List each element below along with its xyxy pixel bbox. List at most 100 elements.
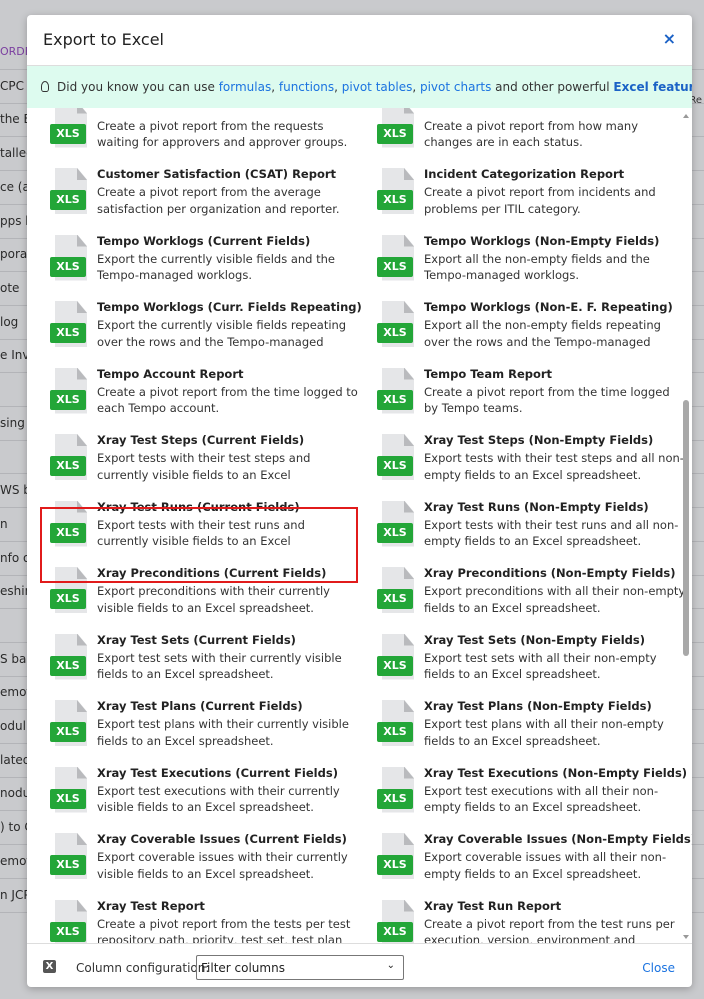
tip-middle: and other powerful	[491, 80, 614, 94]
chevron-down-icon: ⌄	[386, 960, 395, 971]
background-row-text: ce (a	[0, 179, 30, 194]
export-option[interactable]: XLS Xray Preconditions (Current Fields) E…	[47, 559, 347, 626]
export-format-list: XLS Create a pivot report from the reque…	[27, 108, 692, 943]
export-option-title: Xray Preconditions (Non-Empty Fields)	[424, 566, 676, 580]
excel-features-link[interactable]: Excel features	[613, 80, 692, 94]
export-row: XLS Xray Test Steps (Current Fields) Expo…	[27, 426, 684, 493]
export-option-description: Create a pivot report from how many chan…	[424, 118, 638, 150]
export-option-title: Tempo Worklogs (Non-E. F. Repeating)	[424, 300, 673, 314]
export-option[interactable]: XLS Tempo Worklogs (Non-E. F. Repeating)…	[374, 293, 674, 360]
formulas-link[interactable]: formulas	[219, 80, 272, 94]
export-to-excel-dialog: Export to Excel × Did you know you can u…	[27, 15, 692, 987]
xls-file-icon: XLS	[377, 633, 414, 682]
scrollbar[interactable]	[680, 108, 692, 943]
export-option[interactable]: XLS Xray Coverable Issues (Non-Empty Fie…	[374, 825, 692, 892]
export-row: XLS Xray Preconditions (Current Fields) E…	[27, 559, 685, 626]
xls-file-icon: XLS	[50, 500, 87, 549]
export-option-description: Export tests with their test runs and cu…	[97, 517, 305, 549]
xls-file-icon: XLS	[50, 108, 87, 150]
export-option-description: Export test executions with all their no…	[424, 783, 659, 815]
export-option[interactable]: XLS Xray Test Report Create a pivot repor…	[47, 892, 350, 943]
background-row-text: odul	[0, 719, 26, 733]
export-option-description: Export all the non-empty fields repeatin…	[424, 318, 661, 349]
background-row-text: lated	[0, 752, 31, 767]
lightbulb-icon	[41, 81, 49, 92]
export-row: XLS Xray Test Plans (Current Fields) Expo…	[27, 692, 677, 759]
export-option[interactable]: XLS Tempo Worklogs (Current Fields) Expor…	[47, 227, 347, 294]
export-option[interactable]: XLS Xray Test Runs (Current Fields) Expor…	[47, 493, 347, 560]
export-option-title: Xray Test Sets (Current Fields)	[97, 632, 296, 647]
export-option[interactable]: XLS Incident Categorization Report Create…	[374, 160, 674, 227]
excel-x-icon: X	[43, 960, 56, 973]
xls-file-icon: XLS	[50, 234, 87, 283]
export-option[interactable]: XLS Xray Coverable Issues (Current Field…	[47, 825, 348, 892]
export-option-description: Create a pivot report from incidents and…	[424, 185, 656, 216]
export-option[interactable]: XLS Xray Test Run Report Create a pivot r…	[374, 892, 675, 943]
export-option-description: Export all the non-empty fields and the …	[424, 251, 650, 283]
xls-file-icon: XLS	[50, 833, 87, 881]
export-option[interactable]: XLS Xray Test Executions (Current Fields…	[47, 759, 347, 826]
export-option[interactable]: XLS Xray Test Sets (Non-Empty Fields) Exp…	[374, 626, 674, 693]
export-option-title: Xray Test Runs (Non-Empty Fields)	[424, 499, 649, 514]
scroll-up-arrow-icon[interactable]	[683, 114, 689, 118]
pivot-tables-link[interactable]: pivot tables	[342, 80, 413, 94]
export-option[interactable]: XLS Xray Test Plans (Current Fields) Expo…	[47, 692, 349, 759]
xls-file-icon: XLS	[377, 301, 414, 349]
export-option[interactable]: XLS Tempo Team Report Create a pivot repo…	[374, 360, 674, 427]
export-option-description: Export preconditions with all their non-…	[424, 584, 686, 615]
export-option[interactable]: XLS Customer Satisfaction (CSAT) Report C…	[47, 160, 347, 227]
export-option-title: Tempo Team Report	[424, 366, 553, 381]
background-row-text: ote	[0, 280, 20, 295]
export-option-title: Xray Test Run Report	[424, 898, 562, 913]
export-option[interactable]: XLS Xray Test Steps (Non-Empty Fields) Ex…	[374, 426, 684, 493]
export-option[interactable]: XLS Xray Test Sets (Current Fields) Expor…	[47, 626, 347, 693]
export-option[interactable]: XLS Tempo Account Report Create a pivot r…	[47, 360, 358, 427]
column-configuration-label: Column configuration:	[76, 961, 210, 975]
export-option[interactable]: XLS Xray Test Steps (Current Fields) Expo…	[47, 426, 347, 493]
scroll-down-arrow-icon[interactable]	[683, 935, 689, 939]
export-option-title: Incident Categorization Report	[424, 167, 625, 181]
export-option-title: Tempo Worklogs (Non-Empty Fields)	[424, 233, 660, 248]
xls-file-icon: XLS	[50, 434, 87, 482]
column-configuration-select[interactable]: Filter columns ⌄	[196, 955, 404, 980]
export-row: XLS Xray Test Executions (Current Fields…	[27, 759, 687, 826]
export-option-title: Xray Test Plans (Current Fields)	[97, 699, 303, 713]
export-option-title: Tempo Worklogs (Curr. Fields Repeating)	[97, 300, 362, 314]
export-option[interactable]: XLS Xray Preconditions (Non-Empty Fields…	[374, 559, 685, 626]
export-option-description: Export preconditions with their currentl…	[97, 584, 330, 615]
export-option-title: Xray Test Report	[97, 898, 205, 913]
export-option[interactable]: XLS Xray Test Runs (Non-Empty Fields) Exp…	[374, 493, 678, 560]
export-option-title: Xray Test Sets (Non-Empty Fields)	[424, 632, 646, 647]
export-option[interactable]: XLS Tempo Worklogs (Curr. Fields Repeati…	[47, 293, 362, 360]
export-option-title: Tempo Worklogs (Current Fields)	[97, 233, 311, 248]
close-icon[interactable]: ×	[663, 29, 676, 48]
export-row: XLS Tempo Worklogs (Current Fields) Expor…	[27, 227, 677, 294]
export-option-title: Xray Test Steps (Current Fields)	[97, 433, 305, 447]
export-option[interactable]: XLS Xray Test Plans (Non-Empty Fields) Ex…	[374, 692, 674, 759]
export-row: XLS Xray Test Sets (Current Fields) Expor…	[27, 626, 677, 693]
export-option[interactable]: XLS Tempo Worklogs (Non-Empty Fields) Exp…	[374, 227, 674, 294]
xls-file-icon: XLS	[377, 899, 414, 943]
close-button[interactable]: Close	[642, 961, 675, 975]
export-option[interactable]: XLS Create a pivot report from how many …	[374, 108, 674, 160]
xls-file-icon: XLS	[377, 766, 414, 815]
xls-file-icon: XLS	[377, 367, 414, 416]
dialog-title: Export to Excel	[43, 30, 164, 49]
export-option-description: Export test plans with their currently v…	[97, 717, 349, 748]
export-option-description: Export tests with their test steps and c…	[97, 451, 311, 482]
export-option-title: Xray Test Steps (Non-Empty Fields)	[424, 433, 654, 447]
scrollbar-thumb[interactable]	[683, 400, 689, 656]
xls-file-icon: XLS	[50, 633, 87, 682]
functions-link[interactable]: functions	[279, 80, 334, 94]
export-option[interactable]: XLS Xray Test Executions (Non-Empty Fiel…	[374, 759, 687, 826]
export-option-description: Create a pivot report from the time logg…	[97, 384, 358, 416]
xls-file-icon: XLS	[50, 301, 87, 349]
xls-file-icon: XLS	[50, 700, 87, 748]
export-option-description: Create a pivot report from the requests …	[97, 118, 348, 150]
export-option[interactable]: XLS Create a pivot report from the reque…	[47, 108, 347, 160]
pivot-charts-link[interactable]: pivot charts	[420, 80, 491, 94]
background-row-text: CPC	[0, 78, 24, 93]
tip-banner: Did you know you can use formulas, funct…	[27, 66, 692, 108]
export-option-title: Xray Test Executions (Non-Empty Fields)	[424, 765, 688, 780]
xls-file-icon: XLS	[377, 833, 414, 881]
